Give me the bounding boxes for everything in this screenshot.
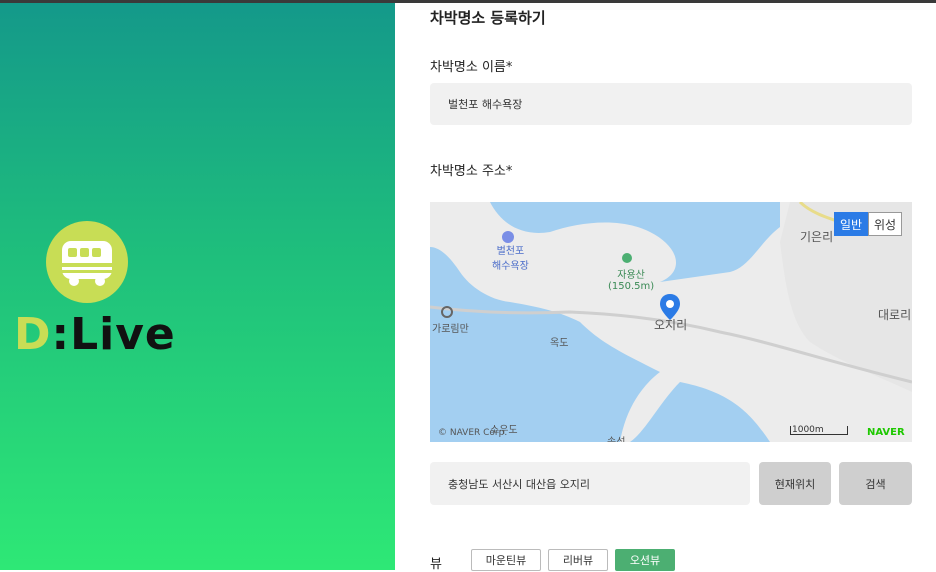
page-title: 차박명소 등록하기	[430, 9, 546, 27]
logo-wordmark: :Live	[51, 309, 176, 360]
map-label-daeri: 대로리	[878, 308, 912, 322]
brand-panel: D:Live	[0, 3, 395, 570]
map-label-songseong: 송성	[607, 433, 625, 442]
map-label-giunri: 기은리	[800, 230, 834, 244]
logo-letter-d: D	[14, 309, 52, 360]
brand-logo-text: D:Live	[14, 309, 176, 360]
view-option-mountain[interactable]: 마운틴뷰	[471, 549, 541, 571]
map-label-okdo: 옥도	[550, 338, 569, 349]
naver-logo: NAVER	[867, 427, 905, 438]
map-satellite-toggle[interactable]: 위성	[868, 212, 902, 236]
address-input[interactable]: 충청남도 서산시 대산읍 오지리	[430, 462, 750, 505]
address-label: 차박명소 주소*	[430, 164, 513, 179]
map-scale-label: 1000m	[792, 425, 824, 435]
location-pin-icon	[660, 294, 680, 324]
name-label: 차박명소 이름*	[430, 60, 513, 75]
map-label-mountain: 자용산 (150.5m)	[608, 270, 655, 292]
map-normal-toggle[interactable]: 일반	[834, 212, 868, 236]
search-button[interactable]: 검색	[839, 462, 912, 505]
view-option-river[interactable]: 리버뷰	[548, 549, 608, 571]
map-label-beach: 벌천포 해수욕장	[492, 246, 529, 272]
view-label: 뷰	[430, 557, 442, 572]
map-copyright: © NAVER Corp.	[438, 428, 508, 438]
view-option-ocean[interactable]: 오션뷰	[615, 549, 675, 571]
map-label-garorim: 가로림만	[432, 324, 469, 335]
map-view[interactable]: 벌천포 해수욕장 자용산 (150.5m) 오지리 기은리 대로리 가로림만 옥…	[430, 202, 912, 442]
current-location-button[interactable]: 현재위치	[759, 462, 831, 505]
spot-name-input[interactable]: 벌천포 해수욕장	[430, 83, 912, 125]
camper-van-logo-icon	[46, 221, 128, 303]
